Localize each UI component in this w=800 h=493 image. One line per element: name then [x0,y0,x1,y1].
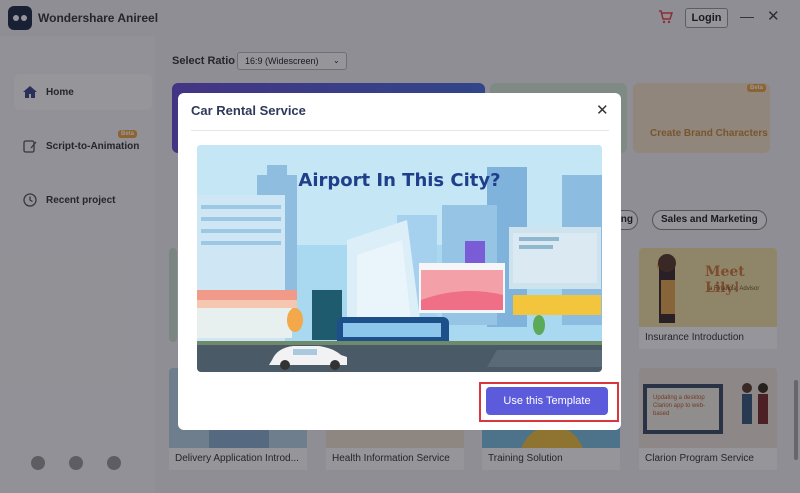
use-template-button[interactable]: Use this Template [486,387,608,415]
modal-divider [191,130,609,131]
preview-headline: Airport In This City? [298,170,501,191]
modal-title: Car Rental Service [191,103,306,118]
template-preview-modal: Car Rental Service ✕ Airport In This Cit… [178,93,621,430]
close-icon[interactable]: ✕ [596,101,609,119]
template-preview-image: Airport In This City? [197,145,602,372]
